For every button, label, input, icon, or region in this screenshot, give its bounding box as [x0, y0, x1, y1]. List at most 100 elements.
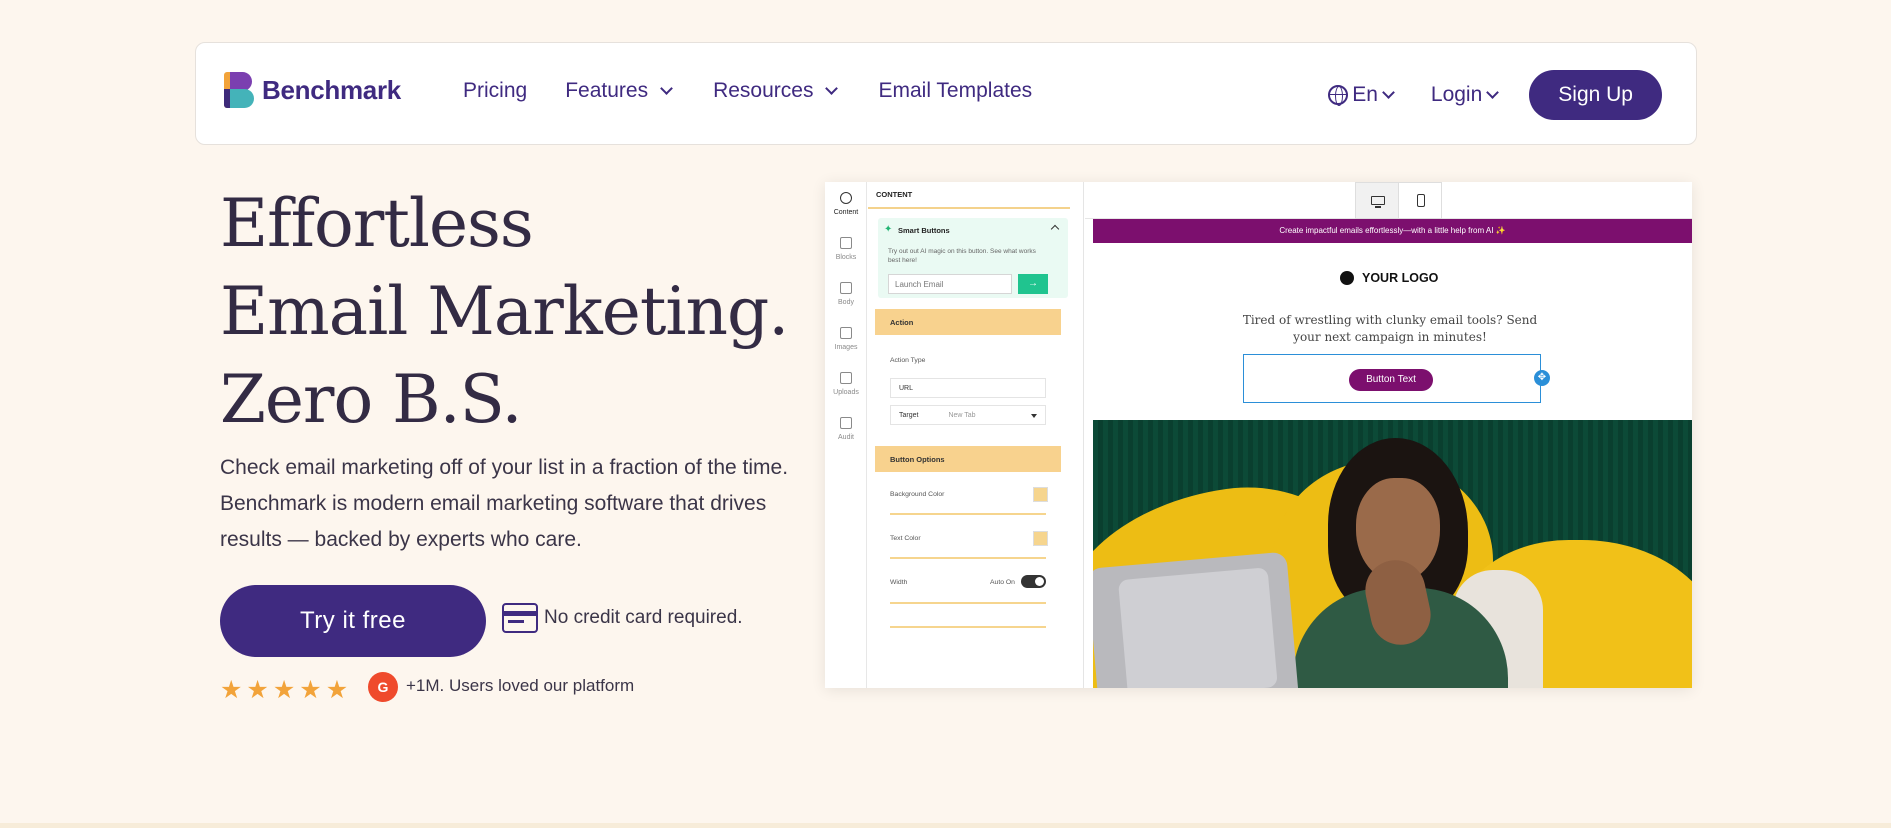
sparkle-icon: ✦	[884, 224, 893, 235]
nav-resources[interactable]: Resources	[713, 79, 840, 103]
benchmark-logo[interactable]: Benchmark	[224, 72, 401, 108]
smart-buttons-desc: Try out out AI magic on this button. See…	[888, 248, 1036, 264]
rail-item-content[interactable]: Content	[825, 192, 867, 216]
chevron-down-icon	[660, 82, 673, 95]
auto-width-toggle[interactable]	[1021, 575, 1046, 588]
rating-stars: ★ ★ ★ ★ ★	[220, 675, 348, 705]
target-value: New Tab	[948, 412, 976, 419]
auto-on-label: Auto On	[990, 579, 1015, 586]
smart-buttons-title: Smart Buttons	[898, 226, 950, 235]
brand-name: Benchmark	[262, 74, 401, 105]
no-credit-card-note: No credit card required.	[502, 603, 743, 633]
background-color-label: Background Color	[890, 491, 945, 498]
background-color-swatch[interactable]	[1033, 487, 1048, 502]
editor-side-rail: Content Blocks Body Images Uploads Audit	[825, 182, 867, 688]
target-select[interactable]: Target New Tab	[890, 405, 1046, 425]
nav-actions: En Login Sign Up	[1328, 70, 1662, 120]
text-color-swatch[interactable]	[1033, 531, 1048, 546]
laptop-shape	[1093, 551, 1300, 688]
rail-item-blocks[interactable]: Blocks	[825, 237, 867, 261]
button-options-header[interactable]: Button Options	[875, 446, 1061, 472]
nav-resources-label: Resources	[713, 79, 814, 102]
star-icon: ★	[272, 676, 296, 704]
email-logo: YOUR LOGO	[1340, 271, 1438, 285]
headline-line-2: Email Marketing.	[220, 273, 789, 350]
chevron-down-icon	[825, 82, 839, 95]
chevron-up-icon[interactable]	[1050, 224, 1060, 234]
action-type-label: Action Type	[890, 357, 926, 364]
rail-item-images[interactable]: Images	[825, 327, 867, 351]
selected-button-block[interactable]: Button Text	[1243, 354, 1541, 403]
field-underline	[890, 602, 1046, 604]
benchmark-logo-icon	[224, 72, 254, 108]
nav-pricing[interactable]: Pricing	[463, 79, 527, 103]
email-hero-photo	[1093, 420, 1692, 688]
hero-headline: Effortless Email Marketing. Zero B.S.	[220, 180, 789, 444]
blocks-icon	[840, 237, 852, 249]
rail-label: Body	[838, 299, 854, 306]
star-icon: ★	[246, 676, 269, 704]
email-banner: Create impactful emails effortlessly—wit…	[1093, 219, 1692, 243]
panel-title: CONTENT	[876, 190, 913, 199]
shapes-icon	[840, 192, 852, 204]
language-selector[interactable]: En	[1328, 83, 1397, 107]
hero-subcopy: Check email marketing off of your list i…	[220, 456, 789, 551]
rail-item-body[interactable]: Body	[825, 282, 867, 306]
field-underline	[890, 626, 1046, 628]
arrow-right-icon[interactable]: →	[1018, 274, 1048, 294]
main-menu: Pricing Features Resources Email Templat…	[463, 79, 1032, 103]
nav-email-templates-label: Email Templates	[878, 79, 1033, 102]
action-section-header[interactable]: Action	[875, 309, 1061, 335]
smart-buttons-card: ✦ Smart Buttons Try out out AI magic on …	[878, 218, 1068, 298]
top-navigation: Benchmark Pricing Features Resources Ema…	[195, 42, 1697, 145]
no-credit-card-text: No credit card required.	[544, 607, 743, 628]
nav-features-label: Features	[565, 79, 649, 102]
email-logo-text: YOUR LOGO	[1362, 271, 1439, 285]
credit-card-icon	[502, 603, 538, 633]
login-menu[interactable]: Login	[1431, 83, 1501, 107]
launch-email-input[interactable]: Launch Email	[888, 274, 1012, 294]
image-icon	[840, 327, 852, 339]
text-color-label: Text Color	[890, 535, 921, 542]
cloud-upload-icon	[840, 372, 852, 384]
field-underline	[890, 513, 1046, 515]
caret-down-icon	[1031, 414, 1037, 418]
layout-icon	[840, 282, 852, 294]
width-label: Width	[890, 579, 908, 586]
star-icon: ★	[299, 676, 322, 704]
rail-label: Images	[834, 344, 858, 351]
nav-features[interactable]: Features	[565, 79, 675, 103]
rail-label: Blocks	[835, 254, 857, 261]
email-canvas: Create impactful emails effortlessly—wit…	[1085, 182, 1692, 688]
sign-up-button[interactable]: Sign Up	[1529, 70, 1662, 120]
mobile-view-button[interactable]	[1398, 182, 1442, 219]
star-icon: ★	[220, 676, 243, 704]
email-copy: Tired of wrestling with clunky email too…	[1242, 313, 1538, 344]
globe-icon	[1328, 85, 1349, 106]
action-type-field[interactable]: URL	[890, 378, 1046, 398]
mobile-icon	[1417, 194, 1425, 207]
rail-label: Content	[833, 209, 859, 216]
star-icon: ★	[325, 676, 349, 704]
desktop-icon	[1371, 196, 1385, 208]
nav-email-templates[interactable]: Email Templates	[878, 79, 1032, 103]
language-label: En	[1352, 83, 1378, 106]
chevron-down-icon	[1382, 86, 1395, 99]
nav-pricing-label: Pricing	[463, 79, 528, 102]
desktop-view-button[interactable]	[1355, 182, 1399, 219]
page-bottom-strip	[0, 823, 1891, 828]
field-underline	[890, 557, 1046, 559]
panel-divider	[868, 207, 1070, 209]
rail-label: Uploads	[833, 389, 859, 396]
rail-item-audit[interactable]: Audit	[825, 417, 867, 441]
email-button[interactable]: Button Text	[1349, 369, 1433, 391]
try-it-free-button[interactable]: Try it free	[220, 585, 486, 657]
rail-item-uploads[interactable]: Uploads	[825, 372, 867, 396]
login-label: Login	[1430, 83, 1483, 106]
clipboard-icon	[840, 417, 852, 429]
rail-label: Audit	[838, 434, 854, 441]
headline-line-3: Zero B.S.	[220, 361, 523, 438]
content-panel: CONTENT ✦ Smart Buttons Try out out AI m…	[868, 182, 1084, 688]
device-toolbar	[1085, 182, 1692, 219]
move-handle-icon[interactable]: ✥	[1534, 370, 1550, 386]
